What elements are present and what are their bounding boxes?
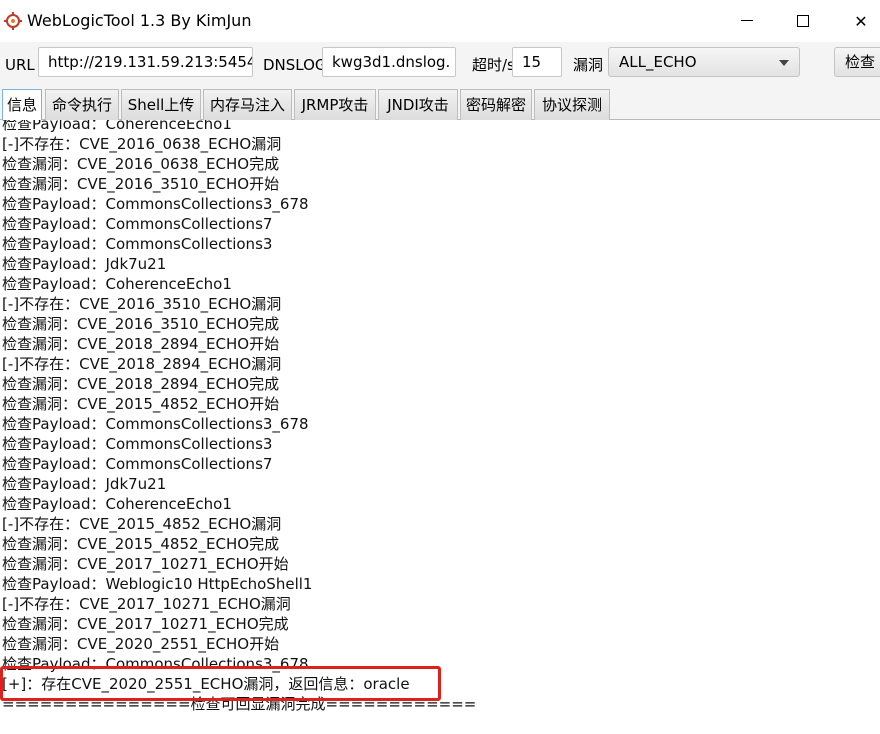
log-line: 检查漏洞：CVE_2016_3510_ECHO开始 bbox=[2, 175, 280, 193]
check-button[interactable]: 检查 bbox=[834, 47, 880, 77]
log-line: 检查Payload：Jdk7u21 bbox=[2, 475, 167, 493]
log-output[interactable]: 检查Payload：CoherenceEcho1 [-]不存在：CVE_2016… bbox=[0, 120, 880, 734]
log-line: [-]不存在：CVE_2016_3510_ECHO漏洞 bbox=[2, 295, 282, 313]
log-line: 检查Payload：CoherenceEcho1 bbox=[2, 495, 232, 513]
tab-info[interactable]: 信息 bbox=[2, 89, 42, 121]
timeout-label: 超时/s bbox=[472, 56, 514, 74]
vuln-label: 漏洞 bbox=[573, 56, 604, 74]
log-line: [-]不存在：CVE_2015_4852_ECHO漏洞 bbox=[2, 515, 282, 533]
minimize-icon bbox=[741, 19, 753, 21]
close-button[interactable]: ✕ bbox=[838, 0, 880, 42]
tab-command-exec[interactable]: 命令执行 bbox=[45, 89, 119, 120]
close-icon: ✕ bbox=[854, 11, 868, 31]
dnslog-label: DNSLOG bbox=[263, 56, 323, 74]
log-line: 检查Payload：CommonsCollections3_678 bbox=[2, 195, 309, 213]
tab-shell-upload[interactable]: Shell上传 bbox=[121, 89, 201, 120]
log-line: 检查漏洞：CVE_2017_10271_ECHO开始 bbox=[2, 555, 289, 573]
log-line: [-]不存在：CVE_2017_10271_ECHO漏洞 bbox=[2, 595, 291, 613]
log-line: 检查Payload：CommonsCollections3 bbox=[2, 435, 273, 453]
tab-password-decrypt[interactable]: 密码解密 bbox=[460, 89, 532, 120]
window-title: WebLogicTool 1.3 By KimJun bbox=[27, 11, 252, 30]
log-line: 检查漏洞：CVE_2016_0638_ECHO完成 bbox=[2, 155, 280, 173]
log-line: 检查Payload：CoherenceEcho1 bbox=[2, 275, 232, 293]
log-line: 检查漏洞：CVE_2017_10271_ECHO完成 bbox=[2, 615, 289, 633]
log-line: [-]不存在：CVE_2018_2894_ECHO漏洞 bbox=[2, 355, 282, 373]
log-line: 检查漏洞：CVE_2015_4852_ECHO开始 bbox=[2, 395, 280, 413]
dnslog-input[interactable]: kwg3d1.dnslog. bbox=[322, 47, 456, 77]
log-line: 检查Payload：Weblogic10 HttpEchoShell1 bbox=[2, 575, 313, 593]
result-highlight-box bbox=[0, 666, 441, 701]
log-line: 检查漏洞：CVE_2018_2894_ECHO完成 bbox=[2, 375, 280, 393]
tab-jndi-attack[interactable]: JNDI攻击 bbox=[378, 89, 458, 120]
log-line: 检查漏洞：CVE_2016_3510_ECHO完成 bbox=[2, 315, 280, 333]
log-line: 检查漏洞：CVE_2020_2551_ECHO开始 bbox=[2, 635, 280, 653]
url-label: URL bbox=[5, 56, 35, 74]
app-icon bbox=[4, 12, 22, 30]
tab-protocol-detect[interactable]: 协议探测 bbox=[534, 89, 610, 120]
toolbar: URL http://219.131.59.213:5454 DNSLOG kw… bbox=[0, 42, 880, 86]
url-input[interactable]: http://219.131.59.213:5454 bbox=[38, 47, 253, 77]
log-line: 检查Payload：CommonsCollections3_678 bbox=[2, 415, 309, 433]
log-line: [-]不存在：CVE_2016_0638_ECHO漏洞 bbox=[2, 135, 282, 153]
log-line: 检查漏洞：CVE_2018_2894_ECHO开始 bbox=[2, 335, 280, 353]
chevron-down-icon bbox=[779, 60, 789, 66]
title-bar: WebLogicTool 1.3 By KimJun ✕ bbox=[0, 0, 880, 42]
vuln-select[interactable]: ALL_ECHO bbox=[608, 47, 800, 77]
log-line: 检查Payload：CommonsCollections3 bbox=[2, 235, 273, 253]
log-line: 检查Payload：CommonsCollections7 bbox=[2, 455, 273, 473]
log-line: 检查Payload：CommonsCollections7 bbox=[2, 215, 273, 233]
log-line: 检查Payload：CoherenceEcho1 bbox=[2, 120, 232, 133]
minimize-button[interactable] bbox=[724, 0, 770, 42]
timeout-input[interactable]: 15 bbox=[512, 47, 562, 77]
vuln-select-value: ALL_ECHO bbox=[619, 53, 697, 71]
tab-memshell-inject[interactable]: 内存马注入 bbox=[203, 89, 292, 120]
log-line: 检查漏洞：CVE_2015_4852_ECHO完成 bbox=[2, 535, 280, 553]
tab-jrmp-attack[interactable]: JRMP攻击 bbox=[294, 89, 376, 120]
log-line: 检查Payload：Jdk7u21 bbox=[2, 255, 167, 273]
tab-bar: 信息 命令执行 Shell上传 内存马注入 JRMP攻击 JNDI攻击 密码解密… bbox=[0, 86, 880, 121]
maximize-button[interactable] bbox=[780, 0, 826, 42]
maximize-icon bbox=[797, 15, 809, 27]
